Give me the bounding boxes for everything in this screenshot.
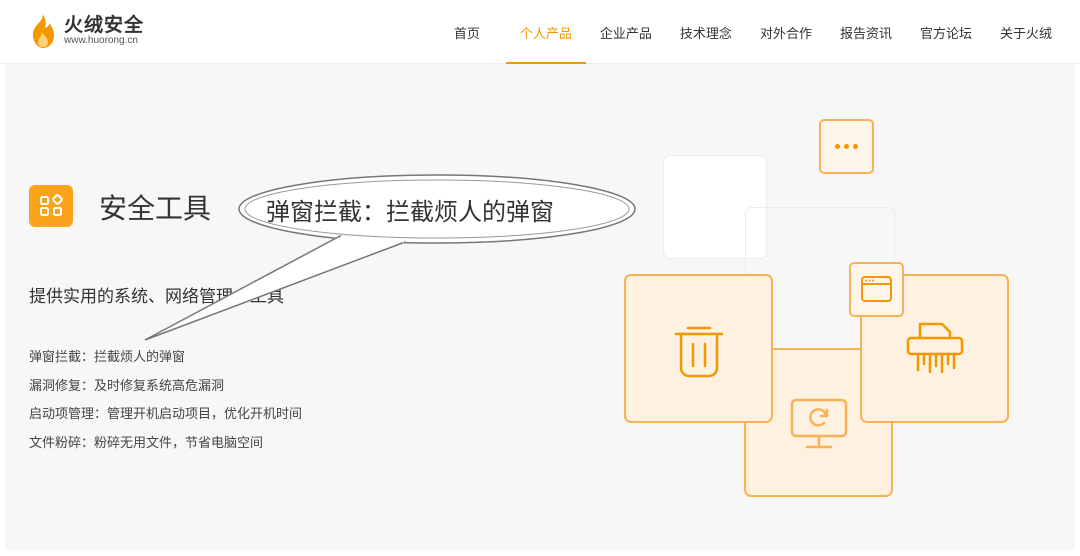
tools-grid-icon — [29, 185, 73, 227]
nav-technology[interactable]: 技术理念 — [666, 0, 746, 64]
nav-reports[interactable]: 报告资讯 — [826, 0, 906, 64]
logo-flame-icon — [33, 14, 54, 48]
page-description: 提供实用的系统、网络管理小工具 — [29, 287, 284, 307]
feature-list: 弹窗拦截：拦截烦人的弹窗 漏洞修复：及时修复系统高危漏洞 启动项管理：管理开机启… — [29, 346, 302, 460]
feature-vuln-repair: 漏洞修复：及时修复系统高危漏洞 — [29, 378, 225, 394]
browser-window-card — [849, 262, 904, 317]
logo[interactable]: 火绒安全 www.huorong.cn — [30, 14, 144, 48]
nav-cooperation[interactable]: 对外合作 — [746, 0, 826, 64]
feature-startup-manager: 启动项管理：管理开机启动项目，优化开机时间 — [29, 407, 303, 422]
nav-forum[interactable]: 官方论坛 — [906, 0, 986, 64]
logo-title: 火绒安全 — [64, 14, 145, 36]
feature-file-shredder: 文件粉碎：粉碎无用文件，节省电脑空间 — [29, 435, 264, 451]
nav-home[interactable]: 首页 — [440, 0, 494, 64]
site-header: 火绒安全 www.huorong.cn 首页 个人产品 企业产品 技术理念 对外… — [0, 0, 1080, 64]
monitor-refresh-icon — [790, 398, 848, 449]
more-dots-icon — [819, 119, 874, 174]
nav-enterprise-products[interactable]: 企业产品 — [586, 0, 666, 64]
feature-popup-block: 弹窗拦截：拦截烦人的弹窗 — [29, 350, 186, 365]
trash-icon — [674, 326, 724, 378]
page-title: 安全工具 — [99, 192, 212, 225]
browser-window-icon — [861, 276, 892, 302]
shredder-icon — [906, 322, 964, 374]
main-nav: 首页 个人产品 企业产品 技术理念 对外合作 报告资讯 官方论坛 关于火绒 — [440, 0, 1066, 64]
nav-about[interactable]: 关于火绒 — [986, 0, 1066, 64]
logo-url: www.huorong.cn — [64, 35, 138, 46]
nav-personal-products[interactable]: 个人产品 — [505, 0, 586, 64]
callout-text: 弹窗拦截：拦截烦人的弹窗 — [266, 198, 554, 226]
